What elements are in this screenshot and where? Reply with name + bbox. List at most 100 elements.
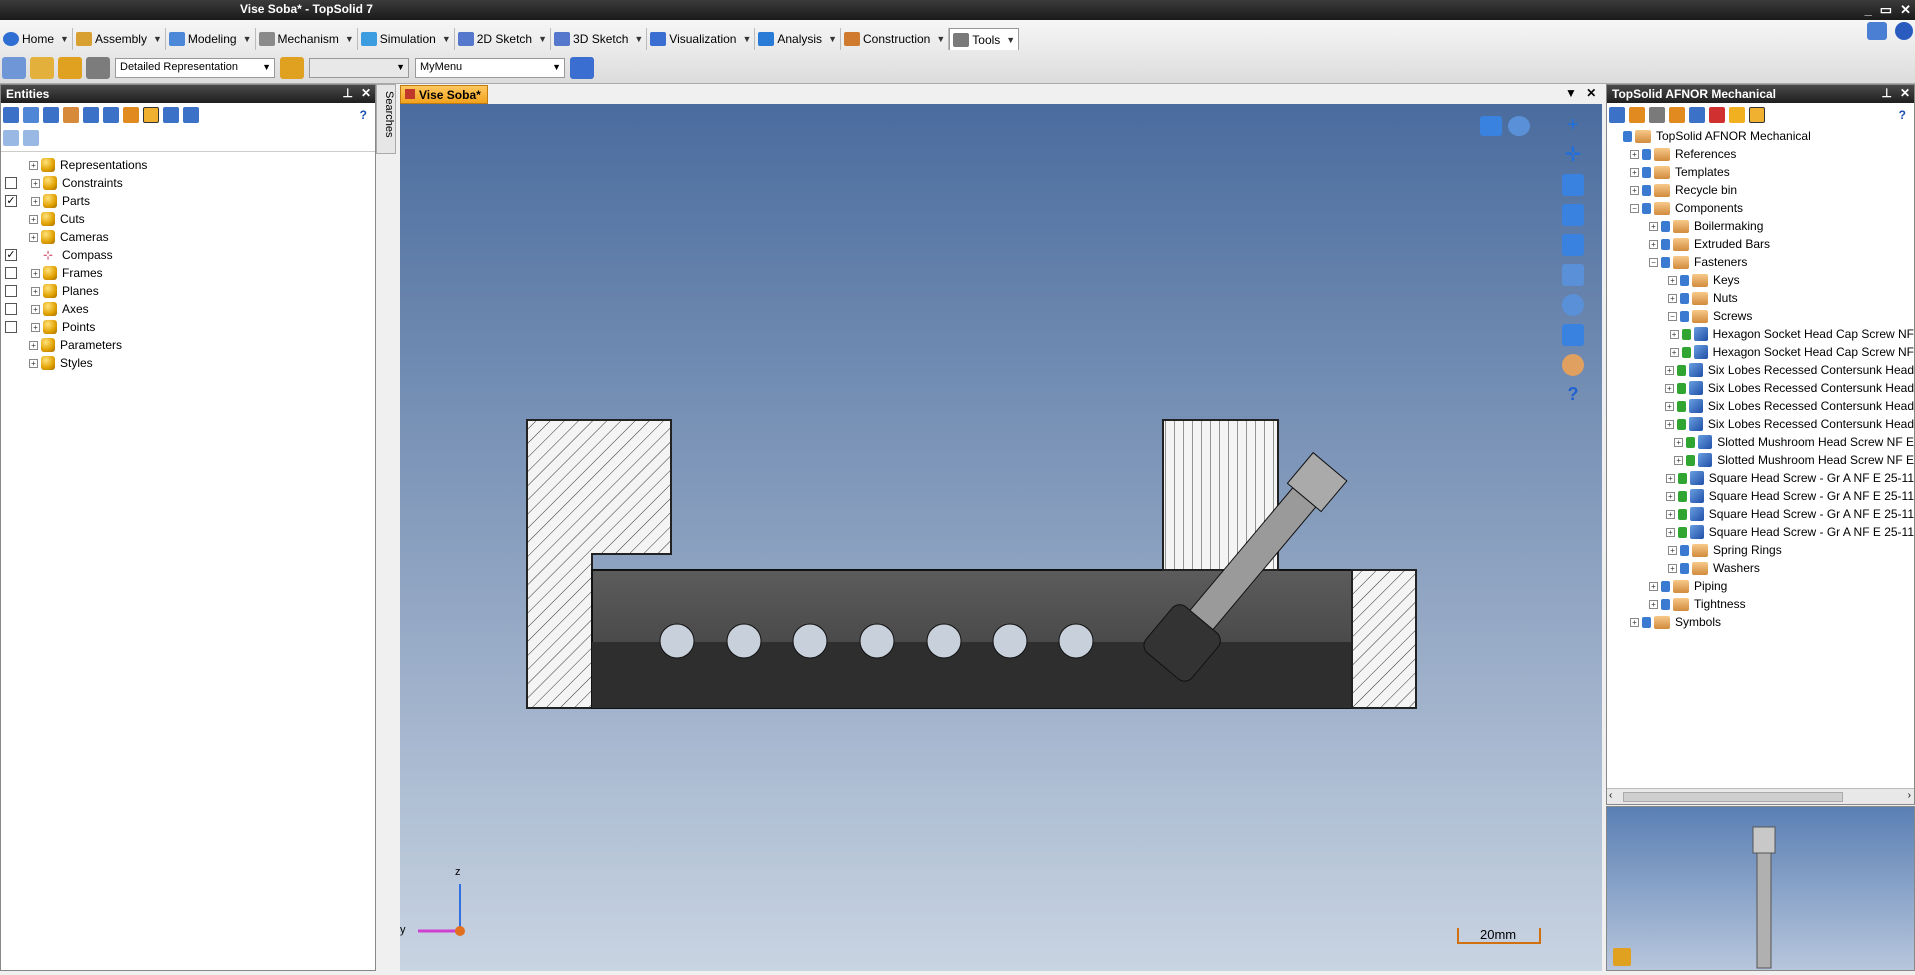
filter-icon[interactable] [3, 107, 19, 123]
scrollbar-thumb[interactable] [1623, 792, 1843, 802]
zoom-all-icon[interactable]: + [1562, 114, 1584, 136]
expand-icon[interactable]: + [1630, 149, 1639, 159]
library-tree-item[interactable]: + Symbols [1611, 613, 1914, 631]
restore-button[interactable]: ▭ [1880, 2, 1892, 18]
help-icon[interactable]: ? [360, 108, 367, 122]
pan-icon[interactable]: ✛ [1562, 144, 1584, 166]
library-icon[interactable] [1629, 107, 1645, 123]
library-tree-item[interactable]: + Six Lobes Recessed Contersunk Head [1611, 379, 1914, 397]
library-tree-item[interactable]: − Screws [1611, 307, 1914, 325]
expand-icon[interactable]: + [1630, 617, 1639, 627]
filter-icon[interactable] [1609, 107, 1625, 123]
library-tree-item[interactable]: + Square Head Screw - Gr A NF E 25-11 [1611, 505, 1914, 523]
library-tree-item[interactable]: + Extruded Bars [1611, 235, 1914, 253]
expand-icon[interactable]: + [1664, 401, 1674, 411]
expand-icon[interactable]: + [1665, 509, 1675, 519]
3d-viewport[interactable]: z y + ✛ ? [400, 104, 1602, 971]
tab-tools[interactable]: Tools ▼ [949, 28, 1020, 50]
checkbox[interactable] [5, 321, 17, 333]
checkbox[interactable]: ✓ [5, 249, 17, 261]
magnet-icon[interactable] [280, 57, 304, 79]
layout-icon[interactable] [1562, 234, 1584, 256]
tree-item-points[interactable]: + Points [1, 318, 375, 336]
tab-home[interactable]: Home ▼ [0, 28, 73, 50]
expand-icon[interactable]: + [1665, 473, 1675, 483]
expand-icon[interactable]: − [1649, 257, 1658, 267]
tab-mechanism[interactable]: Mechanism ▼ [256, 28, 358, 50]
pin-icon[interactable]: ⊥ [342, 86, 352, 100]
group-icon[interactable] [43, 107, 59, 123]
new-icon[interactable] [2, 57, 26, 79]
menu-select[interactable]: MyMenu ▼ [415, 58, 565, 78]
customize-icon[interactable] [570, 57, 594, 79]
lock-icon[interactable] [58, 57, 82, 79]
warning-icon[interactable] [1729, 107, 1745, 123]
library-tree-item[interactable]: + Square Head Screw - Gr A NF E 25-11 [1611, 469, 1914, 487]
sort-icon[interactable] [163, 107, 179, 123]
link-icon[interactable] [23, 107, 39, 123]
library-tree-item[interactable]: − Fasteners [1611, 253, 1914, 271]
hierarchy-icon[interactable] [103, 107, 119, 123]
minimize-button[interactable]: _ [1865, 2, 1872, 18]
cube-view-icon[interactable] [1562, 324, 1584, 346]
tree-item-representations[interactable]: + Representations [1, 156, 375, 174]
layers-icon[interactable] [1689, 107, 1705, 123]
library-tree-item[interactable]: + Tightness [1611, 595, 1914, 613]
expand-icon[interactable]: + [1649, 599, 1658, 609]
searches-tab[interactable]: Searches [376, 84, 396, 154]
expand-icon[interactable]: + [1664, 419, 1674, 429]
close-button[interactable]: ✕ [1900, 2, 1911, 18]
library-tree-item[interactable]: + Washers [1611, 559, 1914, 577]
orbit-icon[interactable] [1562, 204, 1584, 226]
expand-icon[interactable]: + [1669, 329, 1679, 339]
columns-icon[interactable] [23, 130, 39, 146]
library-tree-item[interactable]: + Boilermaking [1611, 217, 1914, 235]
library-tree-item[interactable]: +TopSolid AFNOR Mechanical [1611, 127, 1914, 145]
palette-icon[interactable] [1562, 354, 1584, 376]
expand-icon[interactable]: + [1668, 293, 1677, 303]
checkbox[interactable] [5, 177, 17, 189]
checkbox[interactable]: ✓ [5, 195, 17, 207]
tree-item-styles[interactable]: + Styles [1, 354, 375, 372]
help-icon[interactable]: ? [1899, 108, 1906, 122]
tab-2d-sketch[interactable]: 2D Sketch ▼ [455, 28, 552, 50]
expand-icon[interactable]: − [1630, 203, 1639, 213]
representation-select[interactable]: Detailed Representation ▼ [115, 58, 275, 78]
tab-analysis[interactable]: Analysis ▼ [755, 28, 841, 50]
expand-icon[interactable]: + [1630, 167, 1639, 177]
tree-item-cameras[interactable]: + Cameras [1, 228, 375, 246]
tree-item-frames[interactable]: + Frames [1, 264, 375, 282]
empty-select[interactable]: ▼ [309, 58, 409, 78]
expand-icon[interactable]: + [1669, 347, 1679, 357]
scroll-left-icon[interactable]: ‹ [1609, 790, 1612, 801]
select-icon[interactable] [143, 107, 159, 123]
options-icon[interactable] [1867, 22, 1887, 40]
tree-item-parts[interactable]: ✓ + Parts [1, 192, 375, 210]
library-tree-item[interactable]: + Square Head Screw - Gr A NF E 25-11 [1611, 523, 1914, 541]
pencil-icon[interactable] [30, 57, 54, 79]
expand-icon[interactable]: + [1664, 383, 1674, 393]
expand-icon[interactable]: + [1664, 365, 1674, 375]
tree-icon[interactable] [83, 107, 99, 123]
library-tree-item[interactable]: + Six Lobes Recessed Contersunk Head [1611, 415, 1914, 433]
list-icon[interactable] [183, 107, 199, 123]
library-tree-item[interactable]: + Keys [1611, 271, 1914, 289]
library-tree-item[interactable]: + Piping [1611, 577, 1914, 595]
tab-construction[interactable]: Construction ▼ [841, 28, 950, 50]
checkbox[interactable] [5, 267, 17, 279]
preview-icon[interactable] [1613, 948, 1631, 966]
expand-icon[interactable]: + [1630, 185, 1639, 195]
library-tree-item[interactable]: + Hexagon Socket Head Cap Screw NF [1611, 325, 1914, 343]
library-tree-item[interactable]: + Square Head Screw - Gr A NF E 25-11 [1611, 487, 1914, 505]
expand-icon[interactable]: + [1665, 527, 1675, 537]
library-tree-item[interactable]: + Spring Rings [1611, 541, 1914, 559]
library-tree-item[interactable]: + Slotted Mushroom Head Screw NF E [1611, 451, 1914, 469]
tab-assembly[interactable]: Assembly ▼ [73, 28, 166, 50]
expand-icon[interactable]: + [1665, 491, 1675, 501]
scroll-right-icon[interactable]: › [1908, 790, 1911, 801]
magnifier-icon[interactable] [1562, 294, 1584, 316]
expand-icon[interactable]: + [1649, 581, 1658, 591]
view-icon[interactable] [3, 130, 19, 146]
library-tree-item[interactable]: − Components [1611, 199, 1914, 217]
expand-icon[interactable]: − [1668, 311, 1677, 321]
